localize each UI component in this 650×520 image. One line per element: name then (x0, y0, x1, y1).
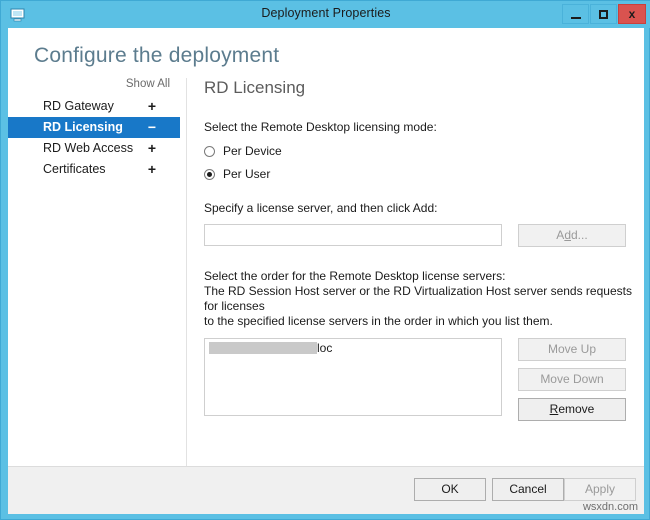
license-server-entry-row: Add... (204, 224, 634, 247)
navigation-list: RD Gateway + RD Licensing − RD Web Acces… (8, 96, 180, 180)
sidebar-item-certificates[interactable]: Certificates + (8, 159, 180, 180)
sidebar-item-label: RD Web Access (43, 141, 133, 155)
sidebar-item-label: Certificates (43, 162, 106, 176)
list-item-visible-text: loc (317, 341, 332, 355)
close-icon: x (619, 5, 645, 23)
radio-icon (204, 146, 215, 157)
collapse-minus-icon: − (146, 119, 158, 135)
cancel-button[interactable]: Cancel (492, 478, 564, 501)
list-item[interactable]: loc (205, 341, 501, 355)
radio-per-device[interactable]: Per Device (204, 144, 634, 158)
ok-button[interactable]: OK (414, 478, 486, 501)
radio-icon-checked (204, 169, 215, 180)
maximize-icon (591, 5, 616, 23)
remove-button[interactable]: Remove (518, 398, 626, 421)
license-server-list-area: loc Move Up Move Down Remove (204, 338, 634, 421)
dialog-footer: OK Cancel Apply wsxdn.com (8, 466, 644, 514)
redacted-server-name (209, 342, 317, 354)
license-order-description: Select the order for the Remote Desktop … (204, 269, 634, 329)
title-bar: Deployment Properties x (1, 1, 650, 28)
expand-plus-icon: + (146, 98, 158, 114)
order-desc-line-1: The RD Session Host server or the RD Vir… (204, 284, 634, 314)
maximize-button[interactable] (590, 4, 617, 24)
section-title: RD Licensing (204, 78, 634, 98)
licensing-mode-label: Select the Remote Desktop licensing mode… (204, 120, 634, 135)
radio-label: Per Device (223, 144, 282, 158)
minimize-button[interactable] (562, 4, 589, 24)
dialog-client-area: Configure the deployment Show All RD Gat… (8, 28, 644, 514)
radio-label: Per User (223, 167, 270, 181)
navigation-panel: Show All RD Gateway + RD Licensing − RD … (8, 78, 180, 478)
main-content-panel: RD Licensing Select the Remote Desktop l… (204, 78, 634, 421)
window-title: Deployment Properties (1, 6, 650, 20)
add-button[interactable]: Add... (518, 224, 626, 247)
show-all-link[interactable]: Show All (126, 78, 170, 90)
sidebar-item-rd-licensing[interactable]: RD Licensing − (8, 117, 180, 138)
apply-button[interactable]: Apply (564, 478, 636, 501)
watermark: wsxdn.com (583, 501, 638, 513)
license-server-listbox[interactable]: loc (204, 338, 502, 416)
move-down-button[interactable]: Move Down (518, 368, 626, 391)
sidebar-item-rd-gateway[interactable]: RD Gateway + (8, 96, 180, 117)
sidebar-item-rd-web-access[interactable]: RD Web Access + (8, 138, 180, 159)
page-title: Configure the deployment (34, 44, 279, 68)
list-action-buttons: Move Up Move Down Remove (518, 338, 626, 421)
expand-plus-icon: + (146, 161, 158, 177)
close-button[interactable]: x (618, 4, 646, 24)
order-desc-line-2: to the specified license servers in the … (204, 314, 634, 329)
nav-content-divider (186, 78, 187, 470)
radio-per-user[interactable]: Per User (204, 167, 634, 181)
move-up-button[interactable]: Move Up (518, 338, 626, 361)
sidebar-item-label: RD Gateway (43, 99, 114, 113)
deployment-properties-window: Deployment Properties x Configure the de… (0, 0, 650, 520)
specify-license-server-label: Specify a license server, and then click… (204, 201, 634, 216)
sidebar-item-label: RD Licensing (43, 120, 123, 134)
expand-plus-icon: + (146, 140, 158, 156)
minimize-icon (563, 5, 588, 23)
order-label: Select the order for the Remote Desktop … (204, 269, 634, 284)
license-server-input[interactable] (204, 224, 502, 246)
